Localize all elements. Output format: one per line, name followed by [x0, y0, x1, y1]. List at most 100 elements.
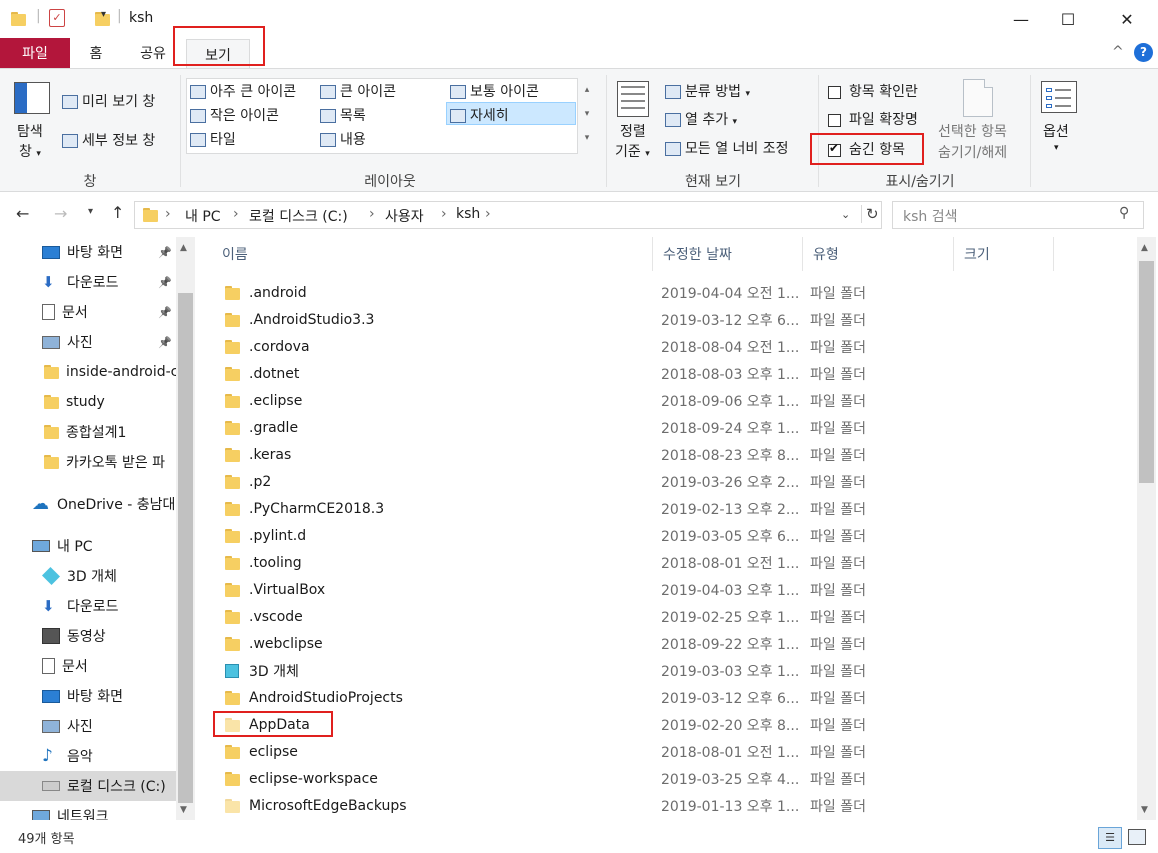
help-icon[interactable]: ?	[1134, 43, 1153, 62]
sidebar-item-quick-access[interactable]: 사진 📌	[0, 327, 176, 357]
breadcrumb-separator[interactable]: ›	[441, 206, 447, 222]
forward-icon[interactable]: →	[54, 204, 67, 223]
sidebar-item-pc[interactable]: 사진	[0, 711, 176, 741]
layout-content[interactable]: 내용	[320, 129, 366, 149]
sidebar-item-pc[interactable]: 로컬 디스크 (C:)	[0, 771, 176, 801]
column-header-date[interactable]: 수정한 날짜	[653, 237, 803, 271]
gallery-scroll[interactable]: ▴ ▾ ▾	[580, 78, 594, 154]
back-icon[interactable]: ←	[16, 204, 29, 223]
large-icons-view-icon[interactable]	[1128, 829, 1146, 845]
up-icon[interactable]: ↑	[111, 203, 124, 222]
breadcrumb-users[interactable]: 사용자	[385, 206, 424, 226]
table-row[interactable]: 3D 개체 2019-03-03 오후 1... 파일 폴더	[212, 657, 1136, 684]
table-row[interactable]: .gradle 2018-09-24 오후 1... 파일 폴더	[212, 414, 1136, 441]
hide-selected-label[interactable]: 선택한 항목	[938, 121, 1007, 141]
refresh-icon[interactable]: ↻	[861, 205, 879, 223]
sidebar-item-quick-access[interactable]: 종합설계1	[0, 417, 176, 447]
options-dropdown-icon[interactable]: ▾	[1054, 143, 1059, 153]
sidebar-item-quick-access[interactable]: 바탕 화면 📌	[0, 237, 176, 267]
recent-locations-icon[interactable]: ▾	[88, 206, 93, 217]
table-row[interactable]: .webclipse 2018-09-22 오후 1... 파일 폴더	[212, 630, 1136, 657]
sidebar-scroll-thumb[interactable]	[178, 293, 193, 803]
sidebar-item-quick-access[interactable]: ⬇ 다운로드 📌	[0, 267, 176, 297]
table-row[interactable]: eclipse-workspace 2019-03-25 오후 4... 파일 폴더	[212, 765, 1136, 792]
sidebar-item-quick-access[interactable]: inside-android-c	[0, 357, 176, 387]
customize-qat-icon[interactable]: ▾	[101, 9, 106, 20]
sidebar-item-pc[interactable]: ⬇ 다운로드	[0, 591, 176, 621]
table-row[interactable]: .AndroidStudio3.3 2019-03-12 오후 6... 파일 폴더	[212, 306, 1136, 333]
file-extensions-option[interactable]: 파일 확장명	[828, 109, 918, 129]
close-button[interactable]: ✕	[1104, 0, 1150, 38]
column-header-type[interactable]: 유형	[803, 237, 954, 271]
column-header-size[interactable]: 크기	[954, 237, 1054, 271]
table-row[interactable]: .PyCharmCE2018.3 2019-02-13 오후 2... 파일 폴더	[212, 495, 1136, 522]
options-button[interactable]: 옵션	[1043, 121, 1069, 141]
table-row[interactable]: eclipse 2018-08-01 오전 1... 파일 폴더	[212, 738, 1136, 765]
layout-details[interactable]: 자세히	[446, 102, 576, 125]
table-row[interactable]: .keras 2018-08-23 오후 8... 파일 폴더	[212, 441, 1136, 468]
sidebar-item-quick-access[interactable]: study	[0, 387, 176, 417]
sidebar-item-pc[interactable]: 3D 개체	[0, 561, 176, 591]
sidebar-item-pc[interactable]: ♪ 음악	[0, 741, 176, 771]
sidebar-scrollbar[interactable]: ▲ ▼	[176, 237, 195, 820]
column-header-name[interactable]: 이름	[212, 237, 653, 271]
sidebar-item-network[interactable]: 네트워크	[0, 801, 176, 820]
collapse-ribbon-icon[interactable]: ^	[1112, 44, 1124, 60]
hide-selected-label-2[interactable]: 숨기기/해제	[938, 142, 1007, 162]
item-check-boxes-checkbox[interactable]	[828, 85, 841, 99]
address-bar[interactable]: › 내 PC › 로컬 디스크 (C:) › 사용자 › ksh › ⌄ ↻	[134, 201, 882, 229]
details-view-icon[interactable]: ☰	[1098, 827, 1122, 849]
tab-share[interactable]: 공유	[134, 38, 172, 68]
layout-medium-icons[interactable]: 보통 아이콘	[450, 81, 539, 101]
breadcrumb-separator[interactable]: ›	[165, 206, 171, 222]
properties-icon[interactable]: ✓	[49, 9, 65, 27]
table-row[interactable]: .eclipse 2018-09-06 오후 1... 파일 폴더	[212, 387, 1136, 414]
navigation-pane-label[interactable]: 탐색	[17, 121, 43, 141]
sidebar-item-pc[interactable]: 바탕 화면	[0, 681, 176, 711]
table-row[interactable]: .pylint.d 2019-03-05 오후 6... 파일 폴더	[212, 522, 1136, 549]
sort-by-label[interactable]: 정렬	[620, 121, 646, 141]
table-row[interactable]: .VirtualBox 2019-04-03 오후 1... 파일 폴더	[212, 576, 1136, 603]
table-row[interactable]: .p2 2019-03-26 오후 2... 파일 폴더	[212, 468, 1136, 495]
breadcrumb-separator[interactable]: ›	[485, 206, 491, 222]
item-check-boxes-option[interactable]: 항목 확인란	[828, 81, 918, 101]
breadcrumb-local-disk[interactable]: 로컬 디스크 (C:)	[249, 206, 348, 226]
size-all-columns-button[interactable]: 모든 열 너비 조정	[665, 138, 789, 158]
preview-pane-button[interactable]: 미리 보기 창	[62, 91, 155, 111]
sidebar-item-quick-access[interactable]: 카카오톡 받은 파	[0, 447, 176, 477]
details-pane-button[interactable]: 세부 정보 창	[62, 130, 155, 150]
tab-home[interactable]: 홈	[80, 38, 112, 68]
table-row[interactable]: .cordova 2018-08-04 오전 1... 파일 폴더	[212, 333, 1136, 360]
address-dropdown-icon[interactable]: ⌄	[841, 208, 850, 221]
layout-list[interactable]: 목록	[320, 105, 366, 125]
table-row[interactable]: AppData 2019-02-20 오후 8... 파일 폴더	[212, 711, 1136, 738]
table-row[interactable]: MicrosoftEdgeBackups 2019-01-13 오후 1... 파일…	[212, 792, 1136, 819]
table-row[interactable]: AndroidStudioProjects 2019-03-12 오후 6... 파…	[212, 684, 1136, 711]
breadcrumb-separator[interactable]: ›	[233, 206, 239, 222]
sidebar-item-pc[interactable]: 문서	[0, 651, 176, 681]
add-columns-button[interactable]: 열 추가 ▾	[665, 109, 737, 129]
breadcrumb-ksh[interactable]: ksh	[456, 206, 480, 222]
layout-large-icons[interactable]: 큰 아이콘	[320, 81, 396, 101]
navigation-pane-label-2[interactable]: 창 ▾	[19, 141, 41, 161]
table-row[interactable]: .android 2019-04-04 오전 1... 파일 폴더	[212, 279, 1136, 306]
file-list-scroll-thumb[interactable]	[1139, 261, 1154, 483]
sidebar-item-pc[interactable]: 동영상	[0, 621, 176, 651]
sidebar-item-onedrive[interactable]: ☁ OneDrive - 충남대	[0, 489, 176, 519]
table-row[interactable]: .dotnet 2018-08-03 오후 1... 파일 폴더	[212, 360, 1136, 387]
maximize-button[interactable]: ☐	[1045, 0, 1091, 38]
breadcrumb-this-pc[interactable]: 내 PC	[185, 206, 221, 226]
search-box[interactable]: ksh 검색 ⚲	[892, 201, 1144, 229]
group-by-button[interactable]: 분류 방법 ▾	[665, 81, 750, 101]
table-row[interactable]: .vscode 2019-02-25 오후 1... 파일 폴더	[212, 603, 1136, 630]
breadcrumb-separator[interactable]: ›	[369, 206, 375, 222]
sidebar-item-this-pc[interactable]: 내 PC	[0, 531, 176, 561]
layout-small-icons[interactable]: 작은 아이콘	[190, 105, 279, 125]
table-row[interactable]: .tooling 2018-08-01 오전 1... 파일 폴더	[212, 549, 1136, 576]
file-list-scrollbar[interactable]: ▲ ▼	[1137, 237, 1156, 820]
search-icon[interactable]: ⚲	[1119, 205, 1129, 221]
sort-by-label-2[interactable]: 기준 ▾	[615, 141, 650, 161]
layout-extra-large-icons[interactable]: 아주 큰 아이콘	[190, 81, 296, 101]
file-extensions-checkbox[interactable]	[828, 113, 841, 127]
sidebar-item-quick-access[interactable]: 문서 📌	[0, 297, 176, 327]
